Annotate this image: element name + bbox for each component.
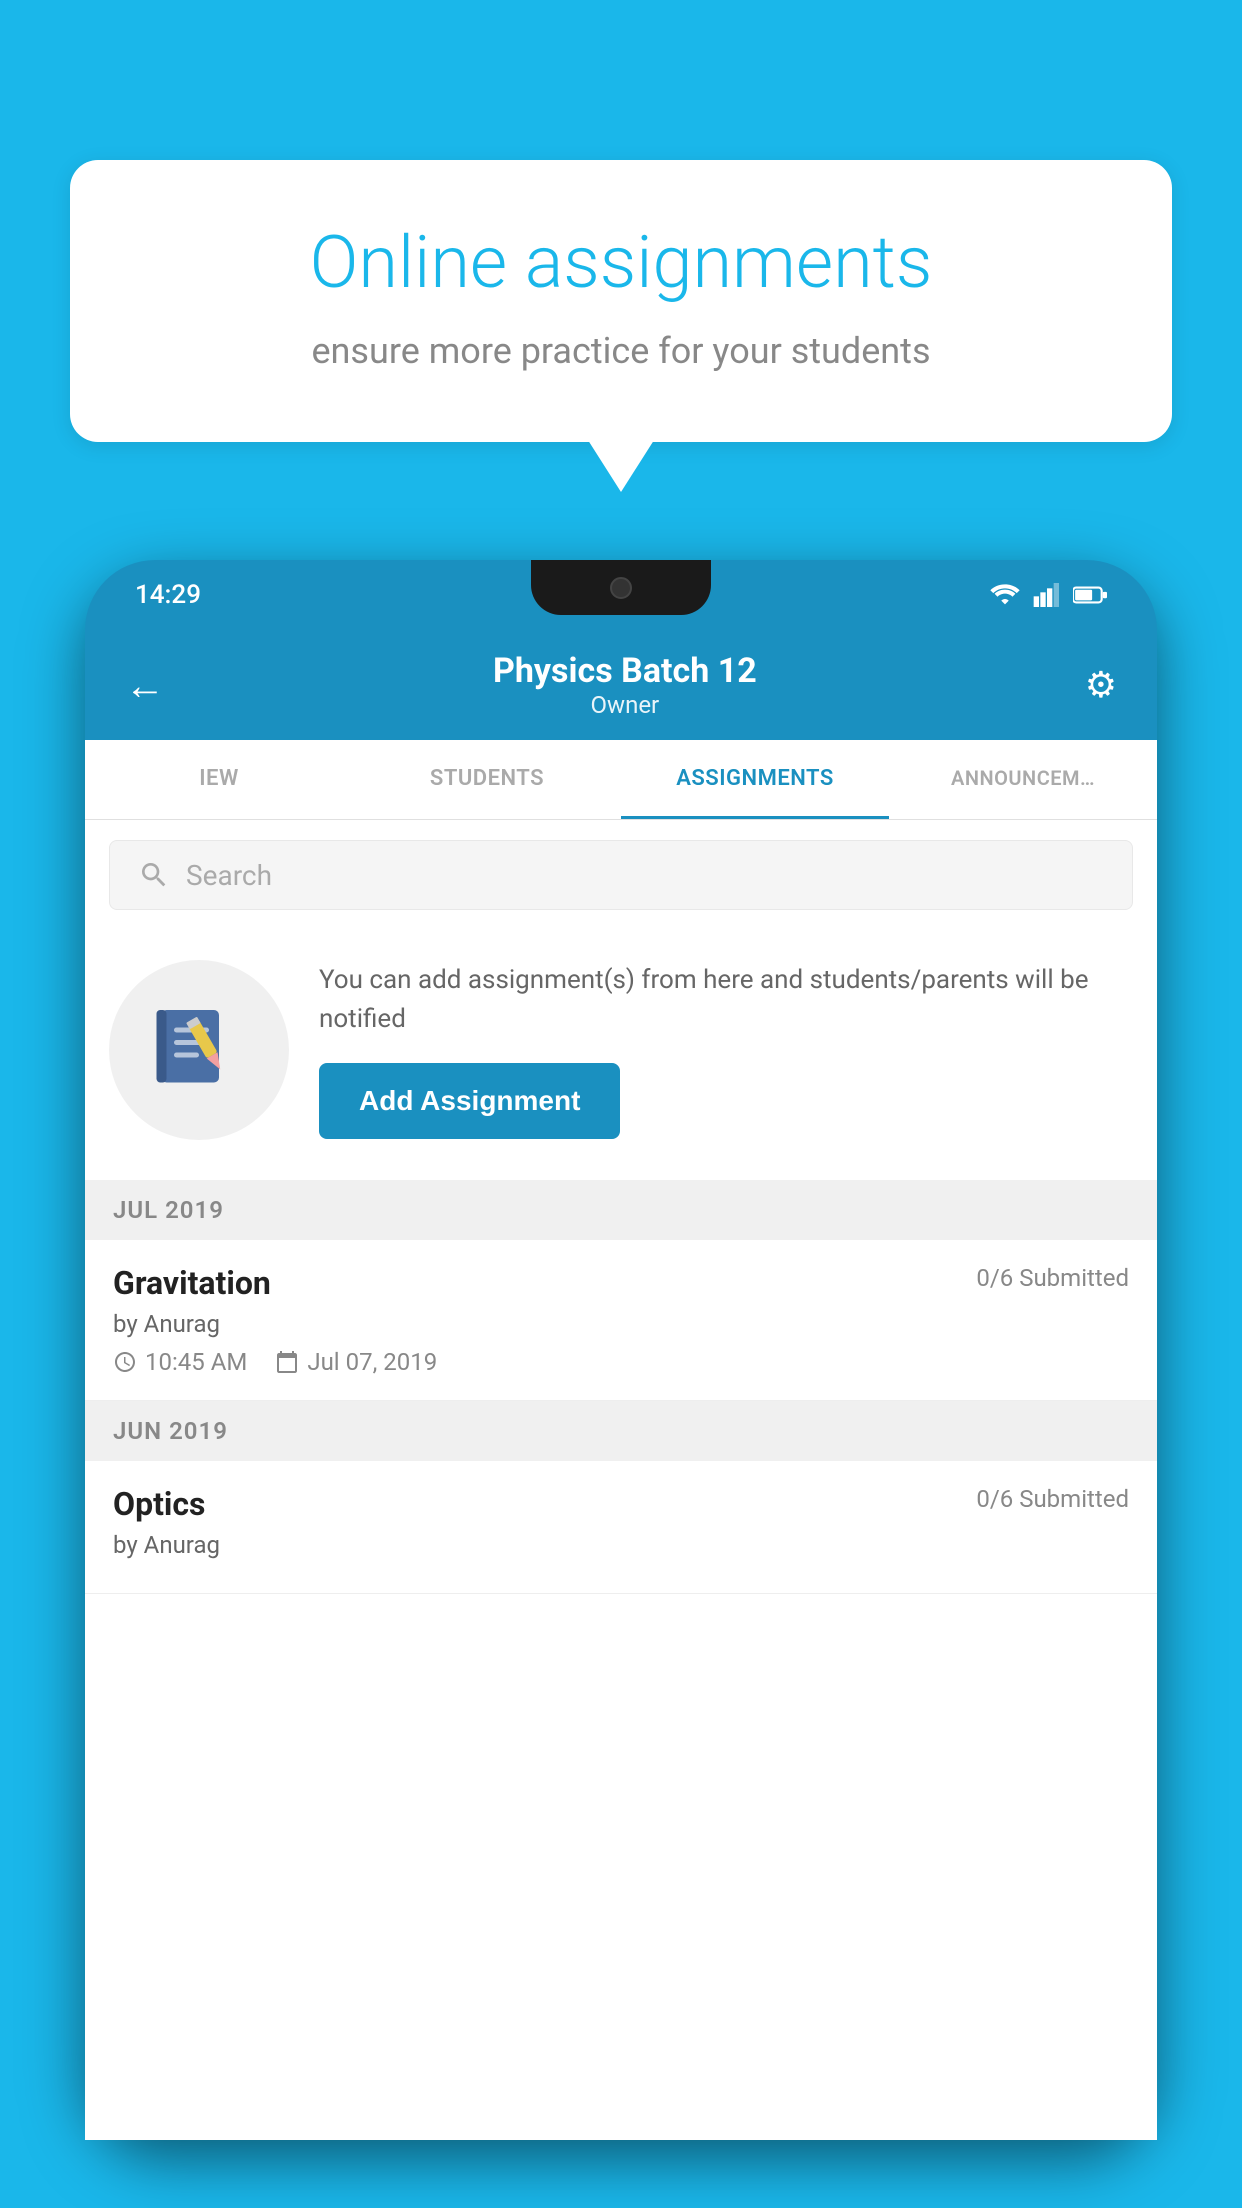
status-time: 14:29	[135, 580, 201, 610]
search-icon	[138, 859, 170, 891]
bubble-title: Online assignments	[150, 220, 1092, 306]
tab-assignments[interactable]: ASSIGNMENTS	[621, 740, 889, 819]
app-bar-title: Physics Batch 12	[165, 651, 1085, 691]
phone-frame: 14:29	[85, 560, 1157, 2140]
battery-icon	[1073, 585, 1107, 605]
assignment-date: Jul 07, 2019	[307, 1348, 437, 1376]
assignment-submitted-optics: 0/6 Submitted	[976, 1485, 1129, 1513]
empty-icon-circle	[109, 960, 289, 1140]
settings-button[interactable]: ⚙	[1085, 664, 1117, 706]
signal-icon	[1033, 583, 1061, 607]
search-bar[interactable]: Search	[109, 840, 1133, 910]
assignment-header: Gravitation 0/6 Submitted	[113, 1264, 1129, 1302]
calendar-icon	[275, 1350, 299, 1374]
section-header-jun: JUN 2019	[85, 1401, 1157, 1461]
assignment-name: Gravitation	[113, 1264, 271, 1302]
status-icons	[989, 583, 1107, 607]
meta-time: 10:45 AM	[113, 1348, 247, 1376]
bubble-subtitle: ensure more practice for your students	[150, 330, 1092, 372]
tab-announcements[interactable]: ANNOUNCEM…	[889, 740, 1157, 819]
notebook-icon	[149, 1000, 249, 1100]
empty-state-desc: You can add assignment(s) from here and …	[319, 961, 1133, 1039]
assignment-name-optics: Optics	[113, 1485, 205, 1523]
app-bar-subtitle: Owner	[165, 691, 1085, 719]
wifi-icon	[989, 583, 1021, 607]
empty-state: You can add assignment(s) from here and …	[85, 930, 1157, 1180]
assignment-header-optics: Optics 0/6 Submitted	[113, 1485, 1129, 1523]
speech-bubble: Online assignments ensure more practice …	[70, 160, 1172, 442]
empty-state-text: You can add assignment(s) from here and …	[319, 961, 1133, 1139]
phone-camera	[610, 577, 632, 599]
search-placeholder: Search	[186, 859, 272, 892]
assignment-time: 10:45 AM	[145, 1348, 247, 1376]
search-bar-container: Search	[85, 820, 1157, 930]
phone-container: 14:29	[85, 560, 1157, 2208]
status-bar: 14:29	[85, 560, 1157, 630]
phone-notch	[531, 560, 711, 615]
meta-date: Jul 07, 2019	[275, 1348, 437, 1376]
speech-bubble-container: Online assignments ensure more practice …	[70, 160, 1172, 442]
tabs-bar: IEW STUDENTS ASSIGNMENTS ANNOUNCEM…	[85, 740, 1157, 820]
app-bar-title-area: Physics Batch 12 Owner	[165, 651, 1085, 719]
assignment-meta: 10:45 AM Jul 07, 2019	[113, 1348, 1129, 1376]
assignment-by: by Anurag	[113, 1310, 1129, 1338]
assignment-item-gravitation[interactable]: Gravitation 0/6 Submitted by Anurag 10:4…	[85, 1240, 1157, 1401]
clock-icon	[113, 1350, 137, 1374]
add-assignment-button[interactable]: Add Assignment	[319, 1063, 620, 1139]
section-header-jul: JUL 2019	[85, 1180, 1157, 1240]
tab-iew[interactable]: IEW	[85, 740, 353, 819]
back-button[interactable]: ←	[125, 662, 165, 709]
assignment-by-optics: by Anurag	[113, 1531, 1129, 1559]
assignment-submitted: 0/6 Submitted	[976, 1264, 1129, 1292]
tab-students[interactable]: STUDENTS	[353, 740, 621, 819]
app-bar: ← Physics Batch 12 Owner ⚙	[85, 630, 1157, 740]
assignment-item-optics[interactable]: Optics 0/6 Submitted by Anurag	[85, 1461, 1157, 1594]
screen-content: Search	[85, 820, 1157, 2140]
